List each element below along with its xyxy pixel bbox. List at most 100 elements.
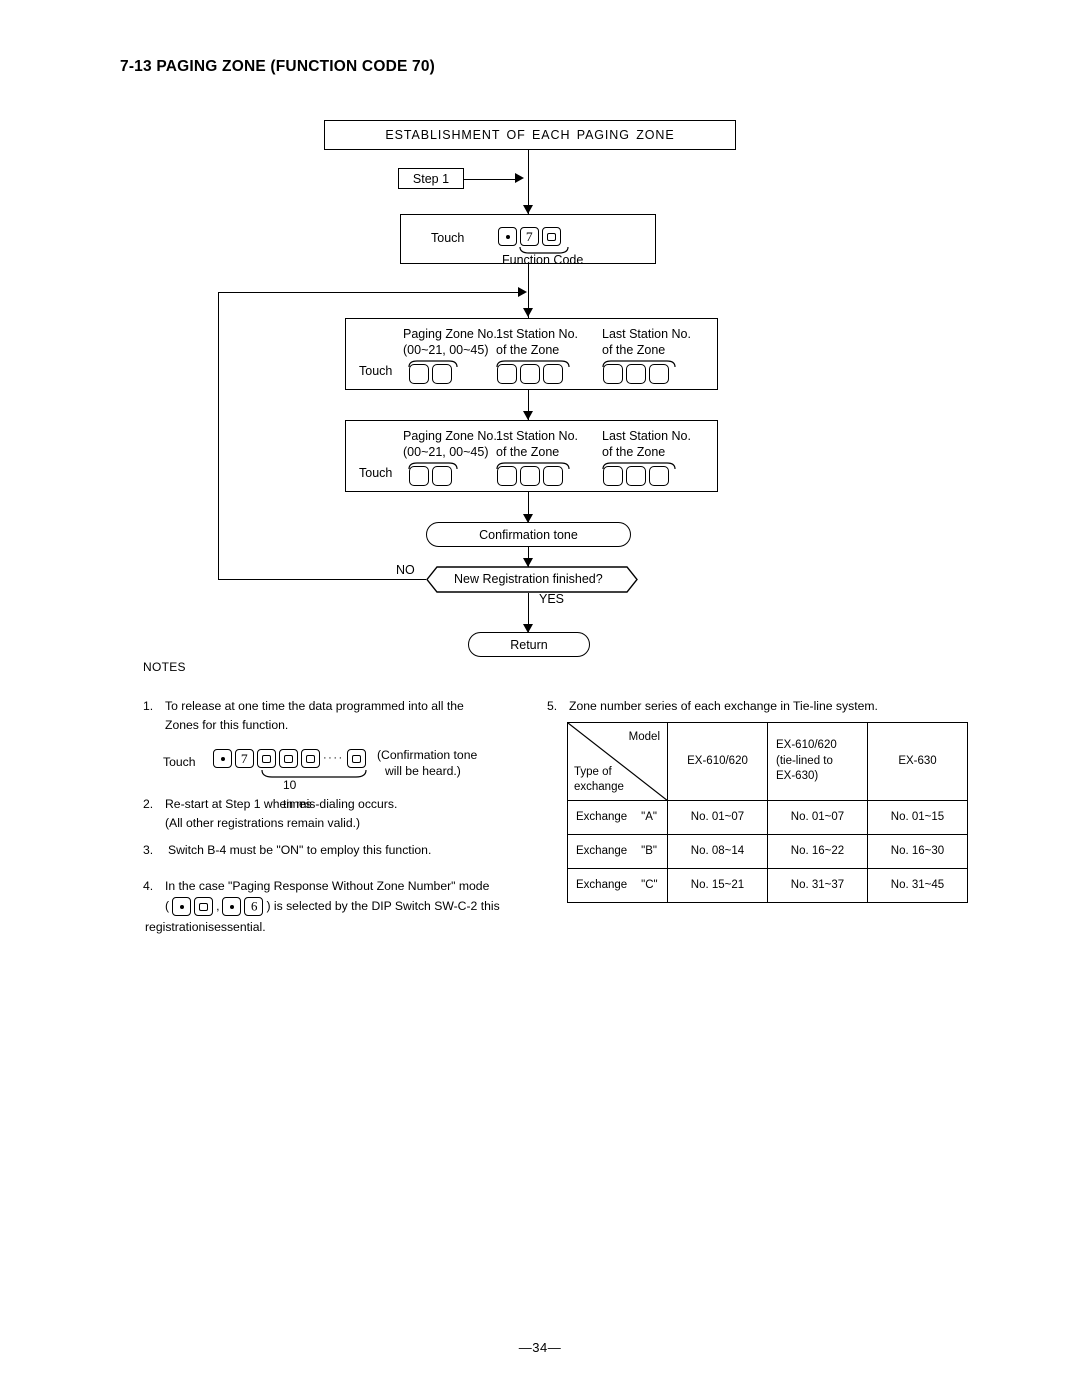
table-cell-a-2: No. 01~07 [767, 800, 868, 835]
table-cell-c-3: No. 31~45 [867, 868, 968, 903]
table-cell-b-2: No. 16~22 [767, 834, 868, 869]
table-header-col-1: EX-610/620 [667, 722, 768, 801]
confirmation-tone-node: Confirmation tone [426, 522, 631, 547]
note-2-line-1: Re-start at Step 1 when mis-dialing occu… [165, 797, 398, 811]
table-row-label-b-prefix: Exchange [576, 844, 628, 857]
zone1-col1-keys [409, 364, 452, 384]
zone1-col3-line2: of the Zone [602, 343, 666, 357]
table-row-label-c-prefix: Exchange [576, 878, 628, 891]
note-4-line-2: ( , 9 ) is selected by the DIP Switch SW… [165, 896, 543, 918]
no-loop-bottom-segment [218, 579, 426, 580]
table-corner-model-label: Model [628, 731, 660, 743]
blank-key-icon [497, 364, 517, 384]
table-row: Exchange "B" No. 08~14 No. 16~22 No. 16~3… [567, 834, 968, 869]
note-5-number: 5. [547, 699, 558, 713]
notes-heading: NOTES [143, 660, 186, 674]
table-header-row: Model Type of exchange EX-610/620 EX-610… [567, 722, 968, 801]
blank-key-icon [543, 364, 563, 384]
table-row-label-c-quoted: "C" [641, 878, 658, 891]
seven-key-icon: 7 [235, 749, 254, 768]
note-4-line-3: registrationisessential. [145, 919, 266, 934]
note-2-line-2: (All other registrations remain valid.) [165, 815, 361, 830]
decision-no-label: NO [396, 563, 415, 577]
note-5-line-1: Zone number series of each exchange in T… [569, 699, 878, 713]
zone2-col1-keys [409, 466, 452, 486]
table-row-label-b-quoted: "B" [641, 844, 657, 857]
zone2-col1-line1: Paging Zone No. [403, 429, 497, 443]
zone1-col1-line1: Paging Zone No. [403, 327, 497, 341]
note-4-number: 4. [143, 879, 154, 893]
page-number: —34— [518, 1340, 562, 1355]
note-2: 2. Re-start at Step 1 when mis-dialing o… [143, 795, 533, 833]
note-1-touch-label: Touch [163, 755, 196, 769]
flowchart-title-box: ESTABLISHMENT OF EACH PAGING ZONE [324, 120, 736, 150]
note-4-open-paren: ( [165, 899, 170, 914]
blank-key-icon [626, 364, 646, 384]
table-row: Exchange "C" No. 15~21 No. 31~37 No. 31~4… [567, 868, 968, 903]
return-label: Return [510, 637, 548, 652]
zone-number-table: Model Type of exchange EX-610/620 EX-610… [567, 722, 968, 903]
dot-key-icon [213, 749, 232, 768]
decision-label: New Registration finished? [454, 572, 603, 586]
note-1: 1. To release at one time the data progr… [143, 697, 533, 735]
zone2-col2-keys [497, 466, 563, 486]
zero-key-icon [279, 749, 298, 768]
table-row-label-b: Exchange "B" [567, 834, 668, 869]
table-cell-a-1: No. 01~07 [667, 800, 768, 835]
table-corner-type-line-2: exchange [574, 780, 624, 793]
dot-key-icon [172, 897, 192, 917]
zero-key-icon [301, 749, 320, 768]
blank-key-icon [626, 466, 646, 486]
arrow-step1-to-main [515, 173, 524, 183]
note-1-keys: 7 ···· [213, 749, 366, 768]
note-1-repeat-brace [261, 770, 367, 779]
table-header-col-2-line-2: (tie-lined to [776, 754, 833, 767]
zone-entry-box-2: Touch Paging Zone No. (00~21, 00~45) 1st… [345, 420, 718, 492]
blank-key-icon [543, 466, 563, 486]
note-5: 5. Zone number series of each exchange i… [547, 697, 947, 716]
table-corner-type-label: Type of exchange [574, 765, 624, 794]
table-header-col-3: EX-630 [867, 722, 968, 801]
table-corner-type-line-1: Type of [574, 766, 612, 779]
dot-key-icon [498, 227, 517, 246]
zone2-col3-keys [603, 466, 669, 486]
decision-yes-label: YES [539, 592, 565, 606]
blank-key-icon [649, 466, 669, 486]
zone1-col2-line2: of the Zone [496, 343, 560, 357]
arrow-into-function-box [522, 205, 533, 214]
blank-key-icon [603, 466, 623, 486]
arrow-into-zone1 [522, 308, 533, 317]
table-cell-b-3: No. 16~30 [867, 834, 968, 869]
blank-key-icon [497, 466, 517, 486]
table-header-col-2-line-3: EX-630) [776, 770, 819, 783]
ellipsis-dots: ···· [323, 751, 344, 764]
note-2-number: 2. [143, 797, 154, 811]
function-code-caption: Function Code [502, 253, 584, 267]
table-header-col-2-line-1: EX-610/620 [776, 739, 837, 752]
flowchart: ESTABLISHMENT OF EACH PAGING ZONE Step 1… [0, 0, 1080, 700]
function-code-touch-label: Touch [431, 231, 465, 245]
zone1-col3-line1: Last Station No. [602, 327, 691, 341]
table-row-label-c: Exchange "C" [567, 868, 668, 903]
note-4-line-1: In the case "Paging Response Without Zon… [165, 879, 490, 893]
blank-key-icon [520, 466, 540, 486]
zero-key-icon [194, 897, 214, 917]
blank-key-icon [649, 364, 669, 384]
table-corner-cell: Model Type of exchange [567, 722, 668, 801]
connector-step1-to-main [464, 178, 517, 180]
table-row-label-a: Exchange "A" [567, 800, 668, 835]
zone1-col3-keys [603, 364, 669, 384]
table-header-col-2: EX-610/620 (tie-lined to EX-630) [767, 722, 868, 801]
zone1-touch-label: Touch [359, 364, 393, 378]
zero-key-icon [542, 227, 561, 246]
no-loop-top-segment [218, 292, 520, 293]
function-code-box: Touch 7 Function Code [400, 214, 656, 267]
flowchart-title-text: ESTABLISHMENT OF EACH PAGING ZONE [385, 128, 675, 142]
note-3-line-1: Switch B-4 must be "ON" to employ this f… [168, 843, 432, 857]
zone2-col3-line1: Last Station No. [602, 429, 691, 443]
zone1-col1-line2: (00~21, 00~45) [403, 343, 489, 357]
table-cell-a-3: No. 01~15 [867, 800, 968, 835]
arrow-no-loop-join [518, 286, 527, 297]
nine-key-icon: 9 [244, 897, 264, 917]
table-row: Exchange "A" No. 01~07 No. 01~07 No. 01~1… [567, 800, 968, 835]
